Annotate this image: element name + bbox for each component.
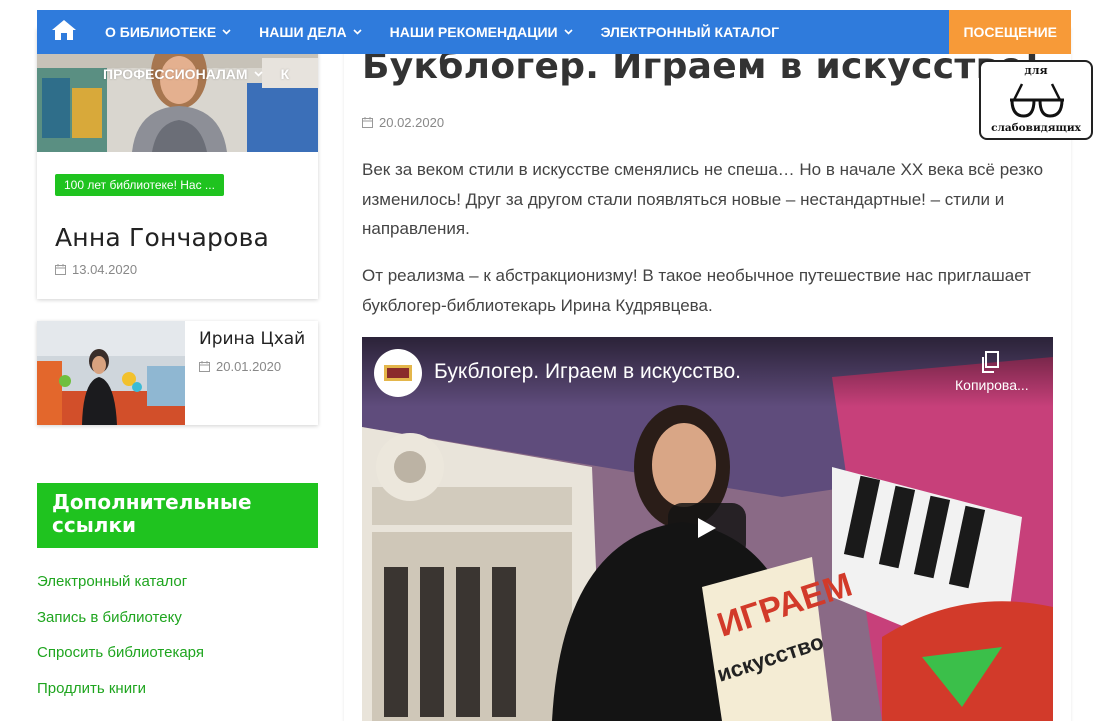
low-vision-label-top: для bbox=[1024, 64, 1048, 77]
visit-button[interactable]: ПОСЕЩЕНИЕ bbox=[949, 10, 1071, 54]
featured-post-date: 13.04.2020 bbox=[55, 262, 137, 277]
link-catalog[interactable]: Электронный каталог bbox=[37, 573, 204, 609]
video-player[interactable]: ИГРАЕМ искусство Букблогер. Играем в иск… bbox=[362, 337, 1053, 721]
secondary-navigation: ПРОФЕССИОНАЛАМ К bbox=[103, 66, 289, 82]
chevron-down-icon bbox=[564, 29, 573, 35]
small-post-date: 20.01.2020 bbox=[199, 359, 281, 374]
chevron-down-icon bbox=[222, 29, 231, 35]
nav-partial-item[interactable]: К bbox=[281, 66, 290, 82]
chevron-down-icon bbox=[253, 71, 263, 77]
copy-link-button[interactable]: Копирова... bbox=[955, 351, 1029, 393]
links-list: Электронный каталог Запись в библиотеку … bbox=[37, 573, 204, 715]
low-vision-version-button[interactable]: для слабовидящих bbox=[979, 60, 1093, 140]
nav-recommendations-label: НАШИ РЕКОМЕНДАЦИИ bbox=[389, 24, 558, 40]
calendar-icon bbox=[362, 117, 373, 128]
play-button[interactable] bbox=[668, 503, 746, 558]
article-paragraph-2: От реализма – к абстракционизму! В такое… bbox=[362, 266, 1031, 315]
main-navigation: О БИБЛИОТЕКЕ НАШИ ДЕЛА НАШИ РЕКОМЕНДАЦИИ… bbox=[37, 10, 1071, 54]
play-icon bbox=[696, 516, 718, 545]
low-vision-label-bottom: слабовидящих bbox=[991, 122, 1081, 134]
nav-about-label: О БИБЛИОТЕКЕ bbox=[105, 24, 217, 40]
nav-activities-label: НАШИ ДЕЛА bbox=[259, 24, 347, 40]
small-post-date-text: 20.01.2020 bbox=[216, 359, 282, 374]
link-registration[interactable]: Запись в библиотеку bbox=[37, 609, 204, 645]
chevron-down-icon bbox=[353, 29, 362, 35]
link-ask-librarian[interactable]: Спросить библиотекаря bbox=[37, 644, 204, 680]
calendar-icon bbox=[55, 264, 66, 275]
glasses-icon bbox=[1008, 78, 1066, 125]
small-post-card[interactable]: Ирина Цхай 20.01.2020 bbox=[37, 321, 318, 425]
featured-post-title[interactable]: Анна Гончарова bbox=[55, 223, 269, 252]
article-date-text: 20.02.2020 bbox=[379, 115, 445, 130]
small-post-image[interactable] bbox=[37, 321, 185, 425]
nav-professionals[interactable]: ПРОФЕССИОНАЛАМ bbox=[103, 66, 248, 82]
featured-post-date-text: 13.04.2020 bbox=[72, 262, 138, 277]
nav-recommendations[interactable]: НАШИ РЕКОМЕНДАЦИИ bbox=[376, 10, 587, 54]
small-post-title[interactable]: Ирина Цхай bbox=[199, 329, 305, 349]
links-heading: Дополнительные ссылки bbox=[37, 483, 318, 548]
copy-icon bbox=[955, 351, 1025, 377]
home-button[interactable] bbox=[37, 10, 91, 54]
channel-avatar[interactable] bbox=[374, 349, 422, 397]
nav-activities[interactable]: НАШИ ДЕЛА bbox=[245, 10, 376, 54]
nav-catalog[interactable]: ЭЛЕКТРОННЫЙ КАТАЛОГ bbox=[587, 10, 794, 54]
link-renew-books[interactable]: Продлить книги bbox=[37, 680, 204, 716]
video-title[interactable]: Букблогер. Играем в искусство. bbox=[434, 360, 741, 384]
article-date: 20.02.2020 bbox=[362, 115, 444, 130]
nav-catalog-label: ЭЛЕКТРОННЫЙ КАТАЛОГ bbox=[600, 24, 780, 40]
copy-link-label: Копирова... bbox=[955, 377, 1029, 393]
category-tag[interactable]: 100 лет библиотеке! Нас ... bbox=[55, 174, 224, 196]
home-icon bbox=[51, 19, 77, 46]
calendar-icon bbox=[199, 361, 210, 372]
nav-about[interactable]: О БИБЛИОТЕКЕ bbox=[91, 10, 245, 54]
article-paragraph-1: Век за веком стили в искусстве сменялись… bbox=[362, 160, 1044, 238]
